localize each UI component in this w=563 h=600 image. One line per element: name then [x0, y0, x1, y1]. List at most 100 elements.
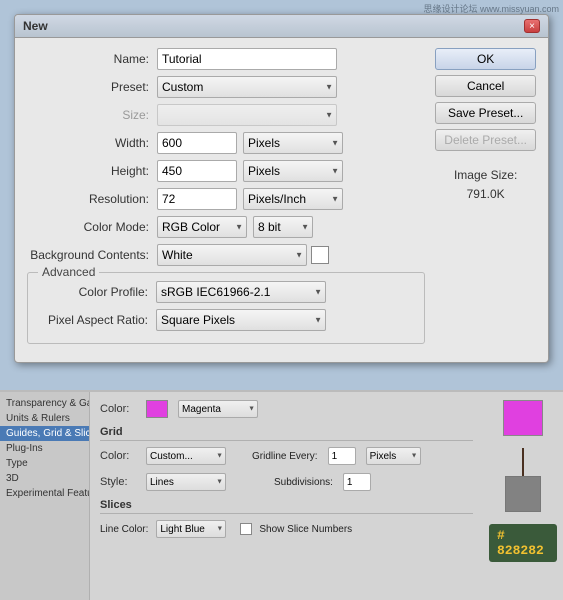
- colorprofile-row: Color Profile: sRGB IEC61966-2.1: [36, 281, 416, 303]
- save-preset-button[interactable]: Save Preset...: [435, 102, 536, 124]
- height-unit-wrapper[interactable]: Pixels: [243, 160, 343, 182]
- slices-title: Slices: [100, 499, 473, 514]
- slices-section: Slices Line Color: Light Blue Show Slice…: [100, 499, 473, 538]
- grid-style-select[interactable]: Lines: [146, 473, 226, 491]
- preset-label: Preset:: [27, 80, 157, 94]
- width-unit-wrapper[interactable]: Pixels: [243, 132, 343, 154]
- grid-color-label: Color:: [100, 450, 140, 462]
- slice-color-select[interactable]: Light Blue: [156, 520, 226, 538]
- main-panel: Color: Magenta Grid Color: Custom... Gri…: [90, 392, 483, 600]
- gridline-unit-select[interactable]: Pixels: [366, 447, 421, 465]
- width-input[interactable]: [157, 132, 237, 154]
- colorprofile-select-wrapper[interactable]: sRGB IEC61966-2.1: [156, 281, 326, 303]
- colorbit-select-wrapper[interactable]: 8 bit: [253, 216, 313, 238]
- bg-color-swatch: [311, 246, 329, 264]
- size-select: [157, 104, 337, 126]
- magenta-color-swatch: [146, 400, 168, 418]
- advanced-label: Advanced: [38, 265, 99, 279]
- ok-button[interactable]: OK: [435, 48, 536, 70]
- grid-style-select-wrapper[interactable]: Lines: [146, 473, 226, 491]
- image-size-block: Image Size: 791.0K: [435, 166, 536, 204]
- height-row: Height: Pixels: [27, 160, 425, 182]
- gridline-label: Gridline Every:: [252, 451, 318, 462]
- size-label: Size:: [27, 108, 157, 122]
- grid-color-select[interactable]: Custom...: [146, 447, 226, 465]
- sidebar-item-units[interactable]: Units & Rulers: [0, 411, 89, 426]
- right-area: # 828282: [483, 392, 563, 600]
- bg-row: Background Contents: White: [27, 244, 425, 266]
- colormode-row: Color Mode: RGB Color 8 bit: [27, 216, 425, 238]
- bg-select[interactable]: White: [157, 244, 307, 266]
- height-unit-select[interactable]: Pixels: [243, 160, 343, 182]
- width-unit-select[interactable]: Pixels: [243, 132, 343, 154]
- pixelaspect-select[interactable]: Square Pixels: [156, 309, 326, 331]
- show-slice-label: Show Slice Numbers: [259, 524, 352, 535]
- resolution-unit-wrapper[interactable]: Pixels/Inch: [243, 188, 343, 210]
- close-button[interactable]: ×: [524, 19, 540, 33]
- sidebar-item-type[interactable]: Type: [0, 456, 89, 471]
- width-row: Width: Pixels: [27, 132, 425, 154]
- handle-line: [522, 448, 524, 476]
- image-size-value: 791.0K: [435, 185, 536, 204]
- resolution-input[interactable]: [157, 188, 237, 210]
- color-select[interactable]: Magenta: [178, 400, 258, 418]
- colorprofile-select[interactable]: sRGB IEC61966-2.1: [156, 281, 326, 303]
- sidebar-item-experimental[interactable]: Experimental Features: [0, 486, 89, 501]
- gridline-unit-wrapper[interactable]: Pixels: [366, 447, 421, 465]
- colormode-select[interactable]: RGB Color: [157, 216, 247, 238]
- sidebar-item-guides[interactable]: Guides, Grid & Slices: [0, 426, 89, 441]
- sidebar-item-3d[interactable]: 3D: [0, 471, 89, 486]
- grid-color-select-wrapper[interactable]: Custom...: [146, 447, 226, 465]
- color-label: Color:: [100, 403, 140, 415]
- magenta-swatch-display: [503, 400, 543, 436]
- new-dialog: New × Name: Preset: Custom Size:: [14, 14, 549, 363]
- grid-style-row: Style: Lines Subdivisions:: [100, 473, 473, 491]
- bg-label: Background Contents:: [27, 248, 157, 262]
- show-slice-checkbox[interactable]: [240, 523, 252, 535]
- size-row: Size:: [27, 104, 425, 126]
- pixelaspect-select-wrapper[interactable]: Square Pixels: [156, 309, 326, 331]
- slice-color-label: Line Color:: [100, 524, 148, 535]
- gridline-input[interactable]: [328, 447, 356, 465]
- slices-row: Line Color: Light Blue Show Slice Number…: [100, 520, 473, 538]
- width-label: Width:: [27, 136, 157, 150]
- resolution-row: Resolution: Pixels/Inch: [27, 188, 425, 210]
- dialog-titlebar: New ×: [15, 15, 548, 38]
- subdivisions-label: Subdivisions:: [274, 477, 333, 488]
- watermark: 思缘设计论坛 www.missyuan.com: [423, 2, 559, 15]
- sidebar-item-transparency[interactable]: Transparency & Gamut: [0, 396, 89, 411]
- resolution-label: Resolution:: [27, 192, 157, 206]
- subdivisions-input[interactable]: [343, 473, 371, 491]
- dialog-buttons: OK Cancel Save Preset... Delete Preset..…: [435, 48, 536, 350]
- preset-select[interactable]: Custom: [157, 76, 337, 98]
- delete-preset-button: Delete Preset...: [435, 129, 536, 151]
- colorprofile-label: Color Profile:: [36, 285, 156, 299]
- name-input[interactable]: [157, 48, 337, 70]
- color-row: Color: Magenta: [100, 400, 473, 418]
- grid-title: Grid: [100, 426, 473, 441]
- dialog-form: Name: Preset: Custom Size:: [27, 48, 425, 350]
- resolution-unit-select[interactable]: Pixels/Inch: [243, 188, 343, 210]
- slice-color-select-wrapper[interactable]: Light Blue: [156, 520, 226, 538]
- colormode-select-wrapper[interactable]: RGB Color: [157, 216, 247, 238]
- dialog-title: New: [23, 19, 48, 33]
- cancel-button[interactable]: Cancel: [435, 75, 536, 97]
- name-row: Name:: [27, 48, 425, 70]
- left-sidebar: Transparency & Gamut Units & Rulers Guid…: [0, 392, 90, 600]
- preset-select-wrapper[interactable]: Custom: [157, 76, 337, 98]
- preset-row: Preset: Custom: [27, 76, 425, 98]
- image-size-label: Image Size:: [435, 166, 536, 185]
- size-select-wrapper: [157, 104, 337, 126]
- grid-style-label: Style:: [100, 476, 140, 488]
- hash-color-label: # 828282: [489, 524, 557, 562]
- pixelaspect-label: Pixel Aspect Ratio:: [36, 313, 156, 327]
- color-select-wrapper[interactable]: Magenta: [178, 400, 258, 418]
- gray-swatch-box: [505, 476, 541, 512]
- colormode-label: Color Mode:: [27, 220, 157, 234]
- bg-select-wrapper[interactable]: White: [157, 244, 307, 266]
- grid-color-row: Color: Custom... Gridline Every: Pixels: [100, 447, 473, 465]
- height-input[interactable]: [157, 160, 237, 182]
- dialog-body: Name: Preset: Custom Size:: [15, 38, 548, 350]
- sidebar-item-plugins[interactable]: Plug-Ins: [0, 441, 89, 456]
- colorbit-select[interactable]: 8 bit: [253, 216, 313, 238]
